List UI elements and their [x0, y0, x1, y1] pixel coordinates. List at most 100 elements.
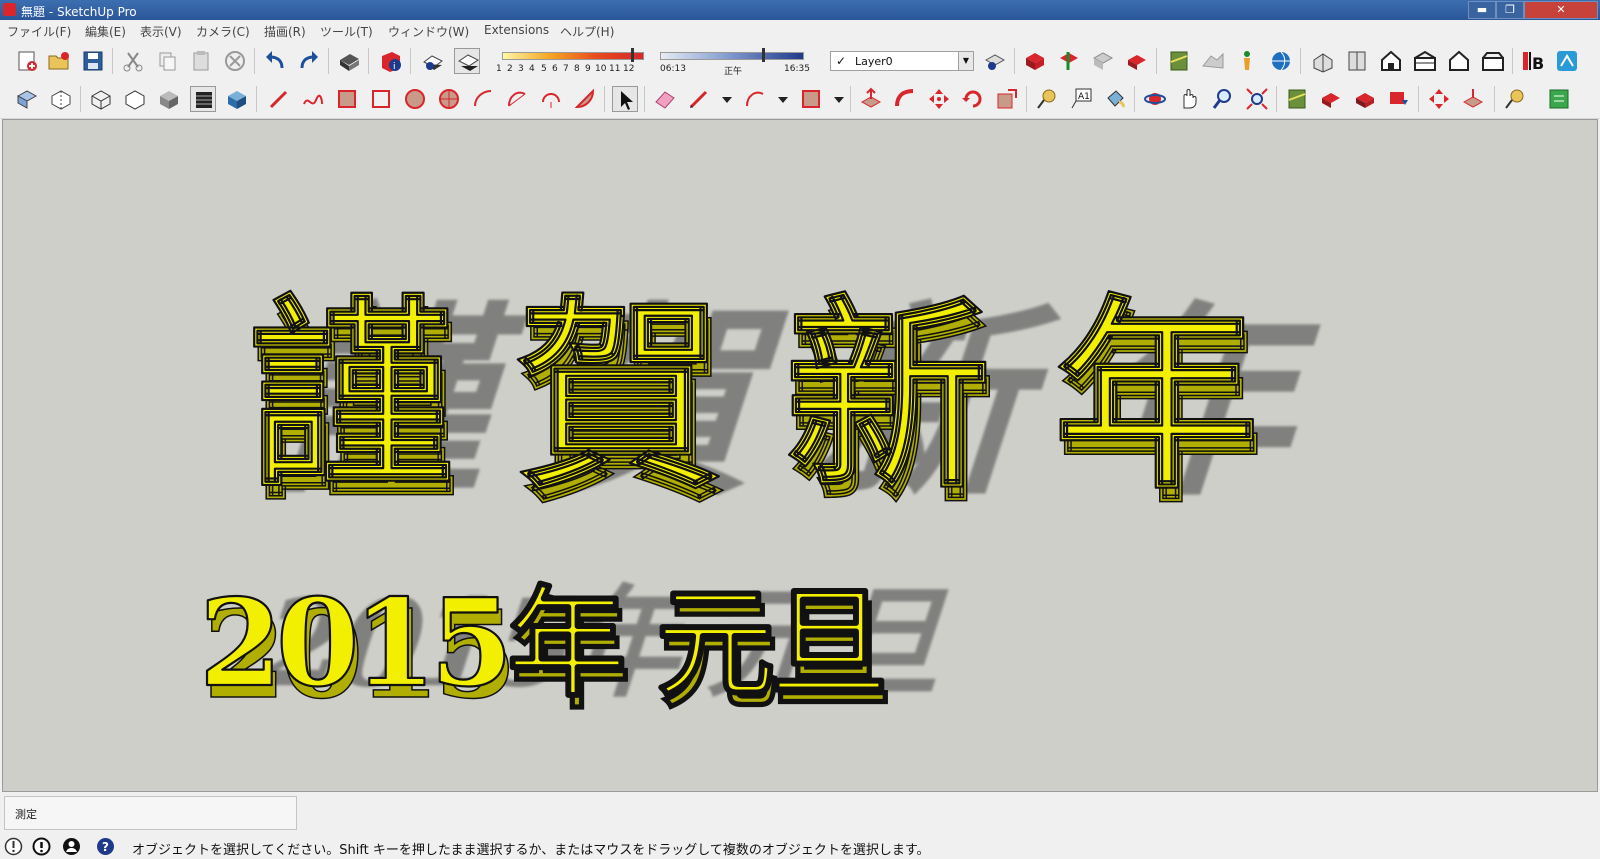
- move-button[interactable]: [926, 86, 952, 112]
- eraser-button[interactable]: [652, 86, 678, 112]
- share-component-button[interactable]: [1124, 48, 1150, 74]
- shadow-toggle-button[interactable]: [454, 48, 480, 74]
- ib-button[interactable]: B: [1520, 48, 1546, 74]
- iso-view-button[interactable]: [1310, 48, 1336, 74]
- copy-button[interactable]: [154, 48, 180, 74]
- menu-camera[interactable]: カメラ(C): [196, 23, 250, 40]
- model-info-button[interactable]: i: [378, 48, 404, 74]
- component-options-button[interactable]: [1090, 48, 1116, 74]
- two-point-arc-button[interactable]: [504, 86, 530, 112]
- warehouse-button[interactable]: [1426, 86, 1452, 112]
- zoom-button[interactable]: [1210, 86, 1236, 112]
- component-button[interactable]: [1022, 48, 1048, 74]
- layer-select[interactable]: ✓ Layer0 ▼: [830, 51, 974, 71]
- menu-window[interactable]: ウィンドウ(W): [388, 23, 469, 40]
- measure-tool-button[interactable]: [1502, 86, 1528, 112]
- arc-dropdown-button[interactable]: [770, 86, 788, 112]
- pie-button[interactable]: [572, 86, 598, 112]
- shaded-textures-button[interactable]: [190, 86, 216, 112]
- terrain-button[interactable]: [1200, 48, 1226, 74]
- menu-extensions[interactable]: Extensions: [484, 23, 549, 37]
- select-button[interactable]: [612, 86, 638, 112]
- shadow-info-button[interactable]: [420, 48, 446, 74]
- time-slider-track[interactable]: [660, 52, 804, 60]
- scale-button[interactable]: [994, 86, 1020, 112]
- orbit-button[interactable]: [1142, 86, 1168, 112]
- photo-texture-button[interactable]: [1318, 86, 1344, 112]
- sketchup-app-icon[interactable]: [3, 3, 16, 16]
- zoom-extents-button[interactable]: [1244, 86, 1270, 112]
- time-slider-thumb[interactable]: [762, 48, 765, 62]
- save-button[interactable]: [80, 48, 106, 74]
- paste-button[interactable]: [188, 48, 214, 74]
- arc-tool-button[interactable]: [742, 86, 768, 112]
- text-button[interactable]: A1: [1068, 86, 1094, 112]
- redo-button[interactable]: [296, 48, 322, 74]
- pencil-tool-button[interactable]: [686, 86, 712, 112]
- trimble-button[interactable]: [1554, 48, 1580, 74]
- pencil-dropdown-button[interactable]: [714, 86, 732, 112]
- follow-me-button[interactable]: [892, 86, 918, 112]
- rotated-rectangle-button[interactable]: [368, 86, 394, 112]
- open-button[interactable]: [46, 48, 72, 74]
- erase-button[interactable]: [222, 48, 248, 74]
- geo-location-button[interactable]: [1166, 48, 1192, 74]
- shaded-button[interactable]: [156, 86, 182, 112]
- chevron-down-icon[interactable]: ▼: [958, 52, 973, 70]
- shadow-month-slider[interactable]: 1 2 3 4 5 6 7 8 9 10 11 12: [496, 46, 650, 76]
- layer-visible-check[interactable]: ✓: [836, 54, 846, 68]
- rectangle-button[interactable]: [334, 86, 360, 112]
- month-slider-track[interactable]: [502, 52, 644, 60]
- measurements-box[interactable]: 測定: [4, 796, 297, 830]
- menu-tools[interactable]: ツール(T): [320, 23, 373, 40]
- position-camera-button[interactable]: [1386, 86, 1412, 112]
- wireframe-button[interactable]: [88, 86, 114, 112]
- xray-button[interactable]: [14, 86, 40, 112]
- scene-canvas[interactable]: 謹賀新年 2015年 元旦 謹賀新年 2015年 元旦 謹賀新年 2015年 元…: [3, 120, 1598, 792]
- pan-button[interactable]: [1176, 86, 1202, 112]
- cut-button[interactable]: [120, 48, 146, 74]
- month-slider-thumb[interactable]: [631, 48, 634, 62]
- menu-file[interactable]: ファイル(F): [7, 23, 71, 40]
- top-view-button[interactable]: [1344, 48, 1370, 74]
- line-button[interactable]: [266, 86, 292, 112]
- monochrome-button[interactable]: [224, 86, 250, 112]
- section-plane-button[interactable]: [1056, 48, 1082, 74]
- rotate-button[interactable]: [960, 86, 986, 112]
- help-button[interactable]: ?: [96, 837, 115, 856]
- back-view-button[interactable]: [1446, 48, 1472, 74]
- sandbox-button[interactable]: [1460, 86, 1486, 112]
- layer-manager-button[interactable]: [982, 48, 1008, 74]
- model-viewport[interactable]: 謹賀新年 2015年 元旦 謹賀新年 2015年 元旦 謹賀新年 2015年 元…: [2, 119, 1598, 792]
- push-pull-button[interactable]: [858, 86, 884, 112]
- front-view-button[interactable]: [1378, 48, 1404, 74]
- right-view-button[interactable]: [1412, 48, 1438, 74]
- menu-draw[interactable]: 描画(R): [264, 23, 306, 40]
- freehand-button[interactable]: [300, 86, 326, 112]
- hidden-line-button[interactable]: [122, 86, 148, 112]
- left-view-button[interactable]: [1480, 48, 1506, 74]
- shadow-time-slider[interactable]: 06:13 正午 16:35: [660, 46, 810, 77]
- menu-edit[interactable]: 編集(E): [85, 23, 126, 40]
- geo-location-status-button[interactable]: [4, 837, 23, 856]
- three-point-arc-button[interactable]: [538, 86, 564, 112]
- add-location-button[interactable]: [1284, 86, 1310, 112]
- shape-tool-button[interactable]: [798, 86, 824, 112]
- circle-button[interactable]: [402, 86, 428, 112]
- extension-button[interactable]: [1546, 86, 1572, 112]
- close-button[interactable]: ✕: [1524, 1, 1598, 19]
- menu-view[interactable]: 表示(V): [140, 23, 182, 40]
- print-button[interactable]: [336, 48, 362, 74]
- back-edges-button[interactable]: [48, 86, 74, 112]
- minimize-button[interactable]: ▬: [1468, 1, 1496, 19]
- person-button[interactable]: [1234, 48, 1260, 74]
- undo-button[interactable]: [262, 48, 288, 74]
- paint-bucket-button[interactable]: [1102, 86, 1128, 112]
- polygon-button[interactable]: [436, 86, 462, 112]
- menu-help[interactable]: ヘルプ(H): [560, 23, 614, 40]
- shape-dropdown-button[interactable]: [826, 86, 844, 112]
- credits-button[interactable]: [32, 837, 51, 856]
- user-account-button[interactable]: [62, 837, 81, 856]
- walk-button[interactable]: [1352, 86, 1378, 112]
- new-button[interactable]: [14, 48, 40, 74]
